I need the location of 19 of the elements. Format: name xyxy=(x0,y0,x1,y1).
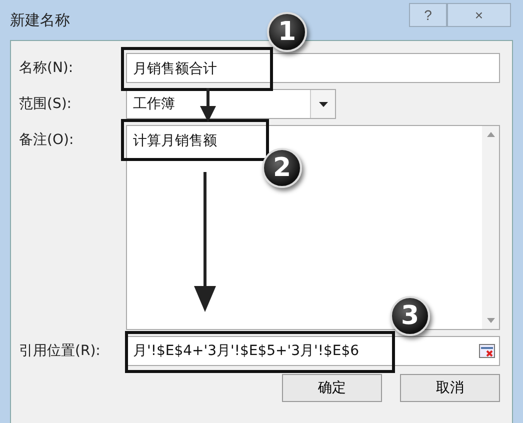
step-number-badge: 1 xyxy=(267,12,307,52)
scroll-up-icon[interactable] xyxy=(486,132,494,137)
scroll-down-icon[interactable] xyxy=(486,318,494,323)
name-field[interactable]: 月销售额合计 xyxy=(126,53,500,83)
dialog-button[interactable]: 确定 xyxy=(282,374,382,402)
reference-field[interactable]: 月'!$E$4+'3月'!$E$5+'3月'!$E$6 xyxy=(126,336,500,366)
field-label: 备注(O): xyxy=(19,131,75,149)
field-label: 范围(S): xyxy=(19,95,73,113)
field-label: 名称(N): xyxy=(19,59,74,77)
scrollbar[interactable] xyxy=(482,126,499,329)
arrow xyxy=(200,88,216,122)
window-title: 新建名称 xyxy=(10,10,70,30)
dialog-button[interactable]: 取消 xyxy=(400,374,500,402)
help-button[interactable]: ? xyxy=(409,3,447,27)
field-label: 引用位置(R): xyxy=(19,342,102,360)
caret-icon xyxy=(318,102,328,106)
scope-dropdown[interactable]: 工作簿 xyxy=(126,89,336,119)
close-button[interactable]: × xyxy=(447,3,511,27)
collapse-icon[interactable] xyxy=(479,344,495,358)
